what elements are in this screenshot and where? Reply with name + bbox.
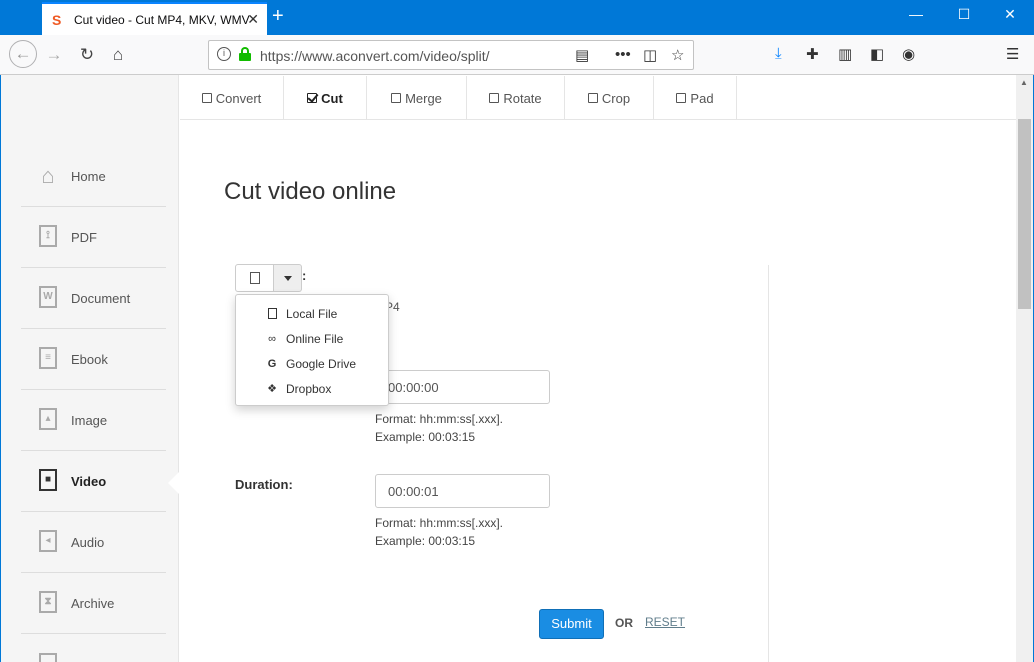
sidebar-item-label: Home [71, 168, 106, 184]
menu-item-google-drive[interactable]: G Google Drive [236, 351, 388, 376]
page-title: Cut video online [224, 178, 397, 205]
start-time-input[interactable] [375, 370, 550, 404]
browser-tab[interactable]: S Cut video - Cut MP4, MKV, WMV ✕ [42, 2, 267, 35]
tab-crop[interactable]: Crop [565, 76, 654, 120]
url-text[interactable]: https://www.aconvert.com/video/split/ [260, 48, 490, 64]
tab-title: Cut video - Cut MP4, MKV, WMV [74, 12, 250, 27]
site-info-icon[interactable]: i [217, 47, 231, 61]
file-label-colon: : [302, 268, 307, 283]
file-source-button-group [235, 264, 302, 292]
address-bar[interactable]: i https://www.aconvert.com/video/split/ … [208, 40, 694, 70]
bookmark-star-icon[interactable]: ☆ [671, 46, 684, 64]
sidebar-item-partial[interactable] [21, 634, 166, 662]
sidebar-item-audio[interactable]: ◂ Audio [21, 512, 166, 573]
archive-icon: ⧗ [37, 591, 59, 615]
lock-icon [239, 47, 251, 61]
audio-icon: ◂ [37, 530, 59, 554]
google-drive-icon: G [267, 357, 277, 370]
reload-icon[interactable]: ↻ [73, 42, 101, 68]
checkbox-icon [391, 93, 402, 103]
file-icon [249, 272, 260, 284]
sidebar-item-label: Audio [71, 534, 105, 550]
account-icon[interactable]: ◉ [902, 45, 915, 63]
sidebar-item-ebook[interactable]: ≡ Ebook [21, 329, 166, 390]
reader-view-icon[interactable]: ▤ [575, 46, 589, 64]
or-separator: OR [615, 616, 633, 630]
tool-tabs: Convert Cut Merge Rotate Crop Pad [180, 76, 1016, 120]
tab-merge[interactable]: Merge [367, 76, 467, 120]
menu-item-local-file[interactable]: Local File [236, 301, 388, 326]
checkbox-icon [587, 93, 598, 103]
document-icon: W [37, 286, 59, 310]
reset-link[interactable]: RESET [645, 615, 685, 629]
sidebar-item-label: PDF [71, 229, 97, 245]
sidebar-item-archive[interactable]: ⧗ Archive [21, 573, 166, 634]
site-favicon-icon: S [52, 11, 62, 28]
submit-button[interactable]: Submit [539, 609, 604, 639]
start-time-help: Format: hh:mm:ss[.xxx]. Example: 00:03:1… [375, 412, 504, 444]
link-icon: ∞ [268, 332, 276, 345]
sidebar-item-label: Image [71, 412, 108, 428]
sidebar-item-label: Video [71, 473, 107, 489]
column-divider [768, 265, 769, 662]
sidebar-toggle-icon[interactable]: ◧ [870, 45, 884, 63]
browser-toolbar: ← → ↻ ⌂ i https://www.aconvert.com/video… [0, 35, 1034, 75]
menu-icon[interactable]: ☰ [1006, 45, 1019, 63]
page-scrollbar[interactable]: ▲ [1016, 75, 1033, 662]
video-icon: ■ [37, 469, 59, 493]
sidebar-item-pdf[interactable]: ⟟ PDF [21, 207, 166, 268]
checked-checkbox-icon [307, 93, 318, 103]
webpage-icon [37, 652, 59, 662]
sidebar-item-video[interactable]: ■ Video [21, 451, 166, 512]
menu-item-dropbox[interactable]: ❖ Dropbox [236, 376, 388, 401]
duration-help: Format: hh:mm:ss[.xxx]. Example: 00:03:1… [375, 516, 504, 548]
home-button-icon[interactable]: ⌂ [104, 42, 132, 68]
downloads-icon[interactable]: ⤓ [775, 45, 782, 62]
pdf-icon: ⟟ [37, 225, 59, 249]
sidebar-item-image[interactable]: ▴ Image [21, 390, 166, 451]
file-source-dropdown-toggle[interactable] [274, 264, 302, 292]
duration-input[interactable] [375, 474, 550, 508]
tab-cut[interactable]: Cut [284, 76, 367, 120]
menu-item-online-file[interactable]: ∞ Online File [236, 326, 388, 351]
tab-convert[interactable]: Convert [180, 76, 284, 120]
checkbox-icon [489, 93, 500, 103]
tab-rotate[interactable]: Rotate [467, 76, 565, 120]
library-icon[interactable]: ▥ [838, 45, 852, 63]
duration-label: Duration: [235, 477, 293, 492]
checkbox-icon [676, 93, 687, 103]
dropbox-icon: ❖ [267, 383, 277, 395]
file-icon [266, 308, 278, 319]
page-actions-icon[interactable]: ••• [615, 46, 631, 63]
active-indicator [168, 472, 179, 494]
forward-icon[interactable]: → [40, 42, 68, 68]
pocket-icon[interactable]: ◫ [643, 46, 657, 64]
file-source-menu: Local File ∞ Online File G Google Drive … [235, 294, 389, 406]
sidebar-item-home[interactable]: ⌂ Home [21, 146, 166, 207]
sidebar-item-document[interactable]: W Document [21, 268, 166, 329]
home-icon: ⌂ [41, 163, 55, 188]
choose-file-button[interactable] [235, 264, 274, 292]
caret-down-icon [283, 275, 292, 281]
minimize-icon[interactable]: — [906, 6, 926, 22]
tab-pad[interactable]: Pad [654, 76, 737, 120]
scroll-up-icon[interactable]: ▲ [1020, 78, 1028, 87]
scroll-thumb[interactable] [1018, 119, 1031, 309]
sidebar-item-label: Ebook [71, 351, 108, 367]
sidebar-item-label: Document [71, 290, 131, 306]
extensions-icon[interactable]: ✚ [806, 45, 819, 63]
maximize-icon[interactable]: ☐ [954, 6, 974, 23]
new-tab-icon[interactable]: + [272, 5, 284, 27]
window-close-icon[interactable]: ✕ [1000, 6, 1020, 23]
close-tab-icon[interactable]: ✕ [247, 11, 259, 28]
category-sidebar: ⌂ Home ⟟ PDF W Document ≡ Ebook ▴ Image … [1, 75, 179, 662]
image-icon: ▴ [37, 408, 59, 432]
ebook-icon: ≡ [37, 347, 59, 371]
checkbox-icon [201, 93, 212, 103]
window-titlebar: S Cut video - Cut MP4, MKV, WMV ✕ + — ☐ … [0, 0, 1034, 35]
sidebar-item-label: Archive [71, 595, 115, 611]
back-icon[interactable]: ← [9, 40, 37, 68]
